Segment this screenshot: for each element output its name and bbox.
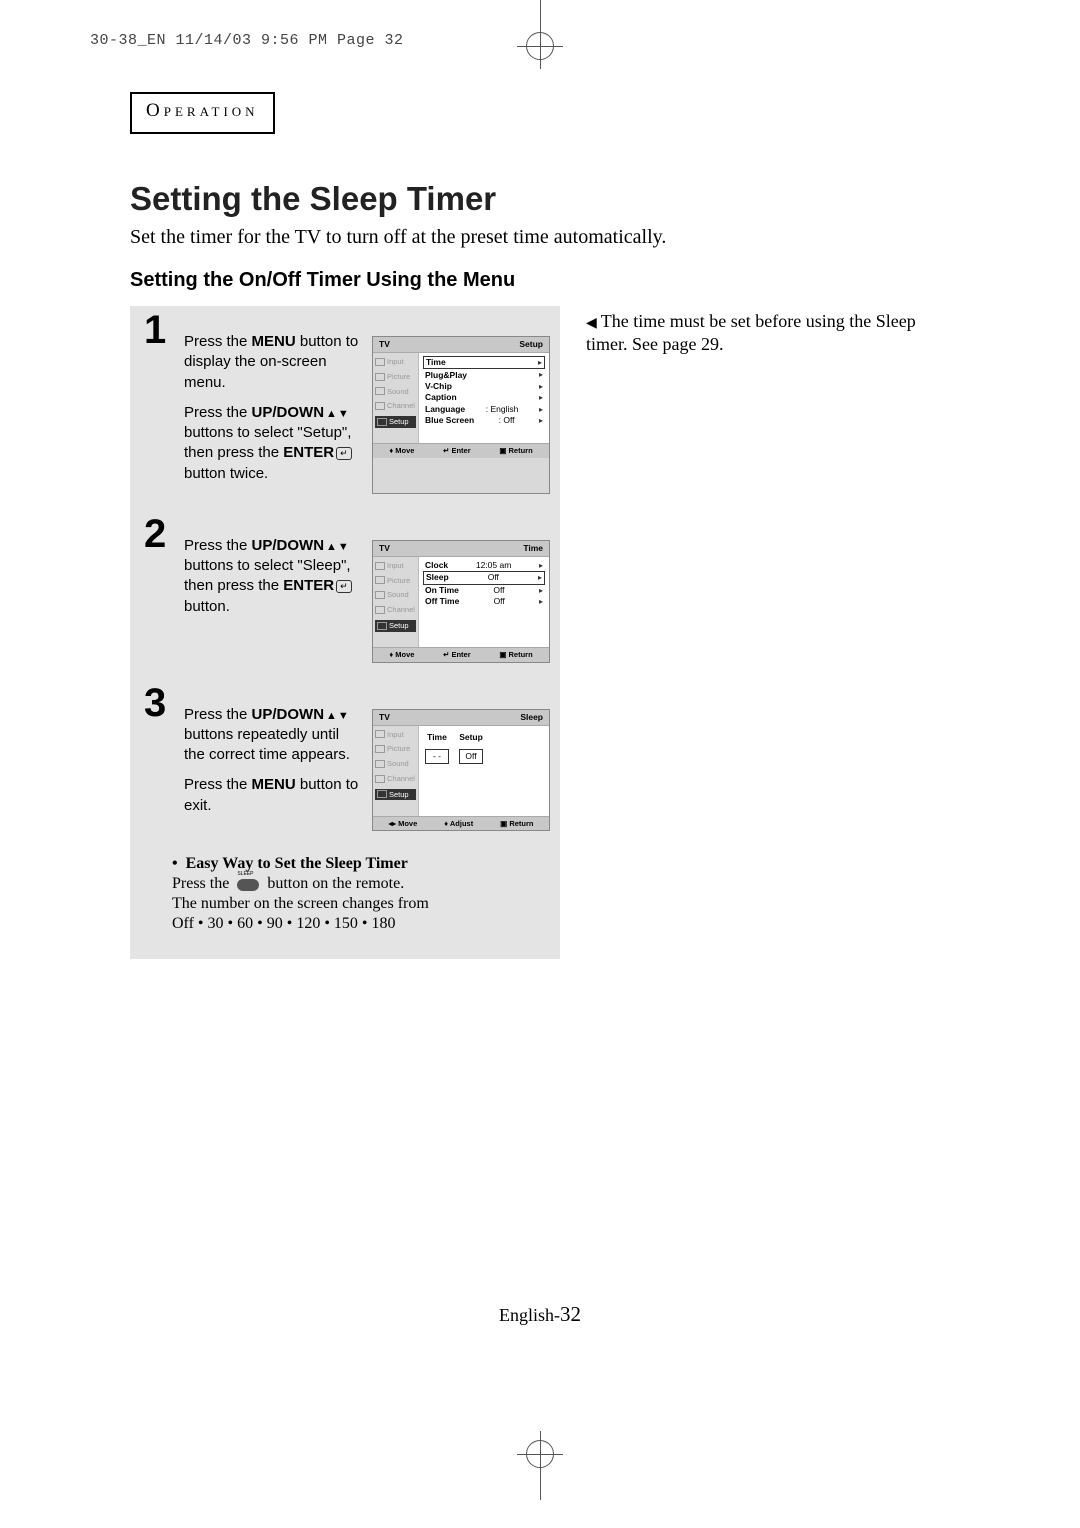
osd-sidebar: Input Picture Sound Channel Setup <box>373 726 419 816</box>
input-icon <box>375 358 385 366</box>
sound-icon <box>375 591 385 599</box>
osd-screenshot-time: TV Time Input Picture Sound Channel Setup… <box>372 540 550 663</box>
text: button on the remote. <box>263 875 404 892</box>
osd-sidebar: Input Picture Sound Channel Setup <box>373 353 419 443</box>
step-2: 2 Press the UP/DOWN buttons to select "S… <box>144 518 550 663</box>
arrow-icon <box>539 560 543 571</box>
step-number: 1 <box>144 310 174 494</box>
arrow-icon <box>538 357 542 368</box>
steps-panel: 1 Press the MENU button to display the o… <box>130 306 560 959</box>
step-body: Press the UP/DOWN buttons to select "Sle… <box>184 518 362 663</box>
col-time-label: Time <box>425 732 449 743</box>
step-3: 3 Press the UP/DOWN buttons repeatedly u… <box>144 687 550 832</box>
arrow-icon <box>539 585 543 596</box>
arrow-icon <box>539 596 543 607</box>
picture-icon <box>375 576 385 584</box>
osd-header-left: TV <box>379 543 390 554</box>
step-1: 1 Press the MENU button to display the o… <box>144 314 550 494</box>
col-setup-value: Off <box>459 749 483 764</box>
menu-keyword: MENU <box>252 776 296 793</box>
text: The number on the screen changes from <box>172 895 550 913</box>
arrow-icon <box>539 404 543 415</box>
osd-header-right: Sleep <box>520 712 543 723</box>
updown-keyword: UP/DOWN <box>252 404 350 421</box>
sound-icon <box>375 760 385 768</box>
step-body: Press the UP/DOWN buttons repeatedly unt… <box>184 687 362 832</box>
setup-icon <box>377 418 387 426</box>
text: button twice. <box>184 465 268 482</box>
side-note: ◀The time must be set before using the S… <box>580 310 950 357</box>
input-icon <box>375 730 385 738</box>
easy-way-box: • Easy Way to Set the Sleep Timer Press … <box>144 855 550 933</box>
osd-main: Time - - Setup Off <box>419 726 549 816</box>
text: button. <box>184 598 230 615</box>
crop-mark-top <box>0 0 1080 60</box>
text: Press the <box>184 404 252 421</box>
osd-header-left: TV <box>379 712 390 723</box>
enter-keyword: ENTER <box>283 444 334 461</box>
osd-main: Time Plug&Play V-Chip Caption Language: … <box>419 353 549 443</box>
osd-header-left: TV <box>379 339 390 350</box>
enter-keyword: ENTER <box>283 577 334 594</box>
osd-header-right: Setup <box>519 339 543 350</box>
sound-icon <box>375 387 385 395</box>
section-label: Operation <box>146 100 259 121</box>
text: Press the <box>184 776 252 793</box>
arrow-icon <box>539 369 543 380</box>
arrow-icon <box>539 381 543 392</box>
osd-header-right: Time <box>523 543 543 554</box>
osd-sidebar: Input Picture Sound Channel Setup <box>373 557 419 647</box>
print-job-header: 30-38_EN 11/14/03 9:56 PM Page 32 <box>90 32 404 49</box>
osd-screenshot-setup: TV Setup Input Picture Sound Channel Setu… <box>372 336 550 494</box>
setup-icon <box>377 790 387 798</box>
text: Press the <box>184 537 252 554</box>
picture-icon <box>375 745 385 753</box>
intro-text: Set the timer for the TV to turn off at … <box>130 226 950 249</box>
sleep-sequence: Off • 30 • 60 • 90 • 120 • 150 • 180 <box>172 915 550 933</box>
text: Press the <box>172 875 233 892</box>
picture-icon <box>375 373 385 381</box>
arrow-icon <box>538 572 542 583</box>
channel-icon <box>375 775 385 783</box>
text: Press the <box>184 333 252 350</box>
left-pointer-icon: ◀ <box>586 316 597 331</box>
sleep-button-icon <box>237 879 259 891</box>
col-time-value: - - <box>425 749 449 764</box>
section-label-box: Operation <box>130 92 275 134</box>
enter-icon: ↵ <box>336 447 352 460</box>
osd-screenshot-sleep: TV Sleep Input Picture Sound Channel Setu… <box>372 709 550 832</box>
osd-main: Clock12:05 am SleepOff On TimeOff Off Ti… <box>419 557 549 647</box>
subsection-heading: Setting the On/Off Timer Using the Menu <box>130 269 950 292</box>
col-setup-label: Setup <box>459 732 483 743</box>
page-footer: English-32 <box>130 1302 950 1327</box>
step-body: Press the MENU button to display the on-… <box>184 314 362 494</box>
updown-keyword: UP/DOWN <box>252 537 350 554</box>
page-title: Setting the Sleep Timer <box>130 180 950 218</box>
arrow-icon <box>539 415 543 426</box>
setup-icon <box>377 622 387 630</box>
updown-keyword: UP/DOWN <box>252 706 350 723</box>
enter-icon: ↵ <box>336 580 352 593</box>
easy-heading: Easy Way to Set the Sleep Timer <box>186 855 408 872</box>
input-icon <box>375 562 385 570</box>
step-number: 2 <box>144 514 174 663</box>
channel-icon <box>375 606 385 614</box>
arrow-icon <box>539 392 543 403</box>
crop-mark-bottom <box>0 1440 1080 1500</box>
menu-keyword: MENU <box>252 333 296 350</box>
side-note-text: The time must be set before using the Sl… <box>586 311 916 354</box>
channel-icon <box>375 402 385 410</box>
text: buttons repeatedly until the correct tim… <box>184 726 350 763</box>
text: Press the <box>184 706 252 723</box>
step-number: 3 <box>144 683 174 832</box>
